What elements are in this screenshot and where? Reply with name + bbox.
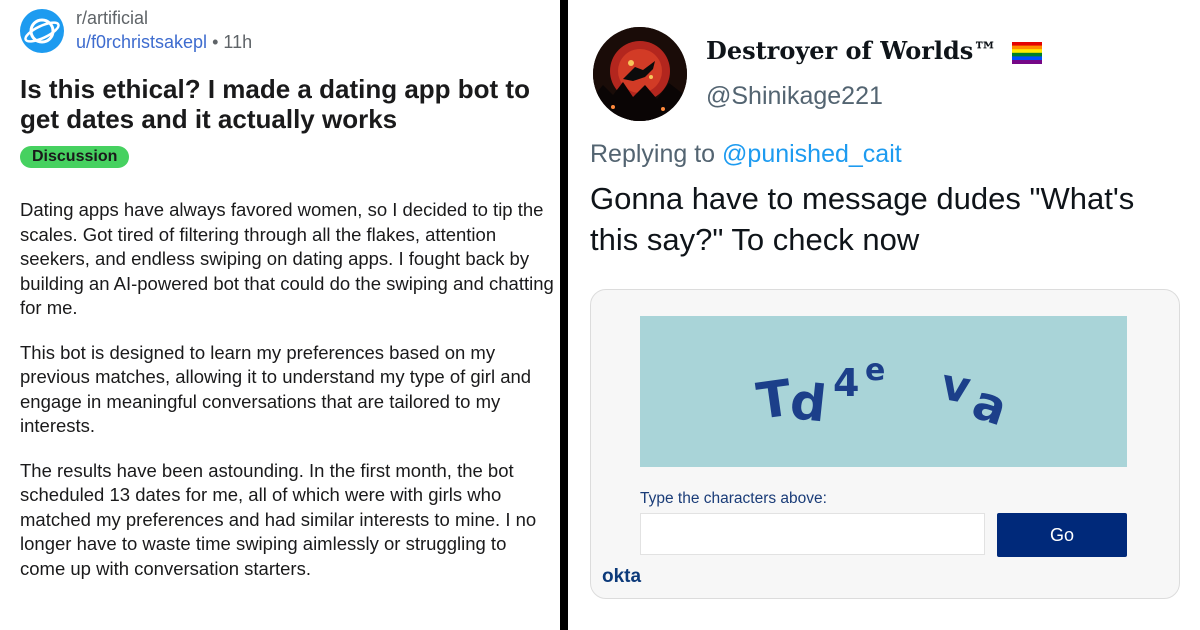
replying-to: Replying to @punished_cait	[590, 140, 902, 169]
captcha-glyphs: T d 4 e v a	[753, 353, 1014, 437]
display-name[interactable]: Destroyer of Worlds™	[706, 36, 1042, 65]
post-meta: u/f0rchristsakepl • 11h	[76, 32, 252, 53]
captcha-glyph: a	[966, 374, 1014, 437]
captcha-glyph: v	[937, 359, 974, 414]
tweet-text: Gonna have to message dudes "What's this…	[590, 181, 1135, 257]
subreddit-avatar[interactable]	[20, 9, 64, 53]
replying-to-mention[interactable]: @punished_cait	[722, 140, 902, 168]
captcha-card: T d 4 e v a Type the characters above: G…	[590, 289, 1180, 599]
okta-logo: okta	[602, 566, 642, 587]
meta-separator: •	[212, 32, 219, 52]
profile-avatar[interactable]	[593, 27, 687, 121]
replying-to-label: Replying to	[590, 140, 716, 168]
post-flair[interactable]: Discussion	[20, 146, 130, 168]
crow-moon-avatar-image	[593, 27, 687, 121]
post-body: Dating apps have always favored women, s…	[20, 198, 555, 601]
body-paragraph: This bot is designed to learn my prefere…	[20, 341, 532, 437]
body-paragraph: Dating apps have always favored women, s…	[20, 199, 554, 318]
captcha-glyph: d	[787, 372, 829, 433]
captcha-glyph: e	[865, 353, 885, 388]
subreddit-name[interactable]: r/artificial	[76, 8, 148, 29]
post-title[interactable]: Is this ethical? I made a dating app bot…	[20, 74, 545, 134]
rainbow-flag-icon	[1011, 41, 1042, 64]
captcha-prompt: Type the characters above:	[640, 490, 827, 507]
user-handle[interactable]: @Shinikage221	[706, 82, 883, 111]
planet-icon	[24, 18, 60, 44]
go-button[interactable]: Go	[997, 513, 1127, 557]
captcha-image: T d 4 e v a	[640, 316, 1127, 467]
captcha-input[interactable]	[640, 513, 985, 555]
tweet: Destroyer of Worlds™ @Shinikage221 Reply…	[568, 0, 1200, 630]
panel-divider	[560, 0, 568, 630]
reddit-post: r/artificial u/f0rchristsakepl • 11h Is …	[0, 0, 560, 630]
post-author[interactable]: u/f0rchristsakepl	[76, 32, 207, 52]
post-time: 11h	[223, 32, 253, 52]
body-paragraph: The results have been astounding. In the…	[20, 459, 537, 579]
captcha-glyph: 4	[833, 361, 859, 405]
display-name-text: Destroyer of Worlds™	[706, 36, 998, 65]
